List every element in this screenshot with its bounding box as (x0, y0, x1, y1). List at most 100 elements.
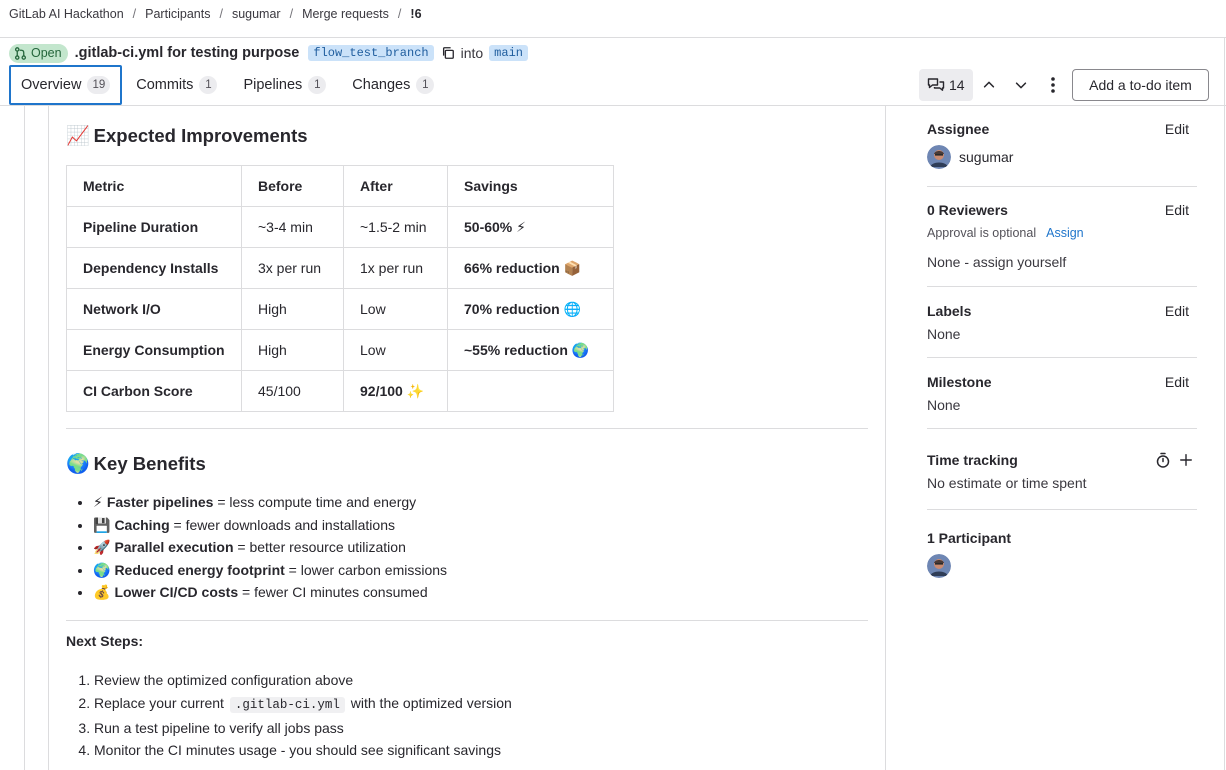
assignee-section: Assignee Edit sugumar (927, 121, 1197, 181)
source-branch[interactable]: flow_test_branch (308, 45, 434, 61)
table-row: Dependency Installs 3x per run 1x per ru… (66, 247, 614, 289)
column-header: After (343, 165, 448, 207)
after-cell: 1x per run (343, 247, 448, 289)
reviewers-value[interactable]: None - assign yourself (927, 254, 1066, 270)
assignee-title: Assignee (927, 121, 990, 137)
benefit-label: Faster pipelines (106, 494, 214, 510)
tab-pipelines[interactable]: Pipelines 1 (231, 65, 338, 104)
assignee-name[interactable]: sugumar (959, 149, 1013, 165)
tab-count: 1 (416, 75, 435, 94)
after-cell: Low (343, 329, 448, 371)
breadcrumb-item-group[interactable]: GitLab AI Hackathon (9, 7, 124, 21)
metric-cell: Dependency Installs (66, 247, 242, 289)
savings-cell: ~55% reduction 🌍 (447, 329, 614, 371)
mr-tabs: Overview 19 Commits 1 Pipelines 1 Changes 1 (9, 65, 448, 105)
time-tracking-value: No estimate or time spent (927, 475, 1087, 491)
assignee-user[interactable]: sugumar (927, 145, 1013, 169)
before-cell: High (241, 329, 344, 371)
breadcrumb-item-participants[interactable]: Participants (145, 7, 210, 21)
after-cell: ~1.5-2 min (343, 206, 448, 248)
target-branch[interactable]: main (489, 45, 528, 61)
list-item: Replace your current .gitlab-ci.yml with… (94, 692, 512, 717)
list-item: Monitor the CI minutes usage - you shoul… (94, 739, 512, 762)
comments-icon (927, 78, 945, 91)
benefit-label: Caching (114, 516, 170, 533)
improvements-heading: 📈 Expected Improvements (66, 124, 308, 148)
floppy-disk-icon: 💾 (93, 516, 111, 533)
benefit-text: = fewer downloads and installations (169, 516, 395, 533)
edit-assignee-button[interactable]: Edit (1165, 121, 1189, 137)
list-item: ⚡Faster pipelines = less compute time an… (93, 491, 447, 514)
table-row: Pipeline Duration ~3-4 min ~1.5-2 min 50… (66, 206, 614, 248)
improvements-title: Expected Improvements (93, 125, 308, 146)
time-tracking-section: Time tracking No estimate or time spent (927, 452, 1197, 497)
list-item: 💰Lower CI/CD costs = fewer CI minutes co… (93, 581, 447, 604)
breadcrumb-item-merge-requests[interactable]: Merge requests (302, 7, 389, 21)
edit-milestone-button[interactable]: Edit (1165, 374, 1189, 390)
next-steps-list: Review the optimized configuration above… (94, 669, 512, 762)
benefits-title: Key Benefits (93, 453, 206, 474)
metric-cell: Network I/O (66, 288, 242, 330)
inline-code: .gitlab-ci.yml (229, 696, 345, 713)
breadcrumb-separator: / (219, 7, 223, 21)
before-cell: ~3-4 min (241, 206, 344, 248)
next-button[interactable] (1005, 69, 1037, 101)
list-item: 🚀Parallel execution = better resource ut… (93, 536, 447, 559)
rocket-icon: 🚀 (93, 539, 111, 555)
tab-label: Overview (21, 77, 82, 93)
globe-icon: 🌍 (93, 561, 111, 578)
breadcrumb-item-current[interactable]: !6 (410, 7, 421, 21)
more-actions-button[interactable] (1037, 69, 1069, 101)
labels-value: None (927, 326, 961, 342)
approval-info: Approval is optional Assign (927, 226, 1084, 240)
list-item: 💾Caching = fewer downloads and installat… (93, 514, 447, 537)
status-label: Open (31, 46, 62, 60)
copy-icon[interactable] (441, 46, 455, 60)
stopwatch-icon[interactable] (1155, 452, 1171, 468)
sidebar-divider (927, 186, 1197, 187)
tab-count: 1 (308, 75, 327, 94)
before-cell: 45/100 (241, 370, 344, 412)
column-header: Savings (447, 165, 614, 207)
breadcrumb-separator: / (132, 7, 137, 21)
assign-link[interactable]: Assign (1046, 226, 1084, 240)
sidebar-divider (927, 286, 1197, 287)
note-border (48, 106, 49, 770)
benefit-text: = lower carbon emissions (284, 561, 448, 578)
page-title: .gitlab-ci.yml for testing purpose (74, 45, 300, 61)
labels-title: Labels (927, 303, 972, 319)
table-header-row: Metric Before After Savings (66, 165, 614, 207)
avatar[interactable] (927, 145, 951, 169)
tab-changes[interactable]: Changes 1 (340, 65, 446, 104)
merge-request-icon (14, 46, 27, 60)
lightning-icon: ⚡ (93, 494, 103, 510)
participants-title: 1 Participant (927, 530, 1012, 546)
milestone-title: Milestone (927, 374, 992, 390)
tab-overview[interactable]: Overview 19 (9, 65, 123, 105)
savings-cell: 66% reduction 📦 (447, 247, 614, 289)
sidebar-divider (885, 106, 886, 770)
metric-cell: Pipeline Duration (66, 206, 242, 248)
benefit-text: = fewer CI minutes consumed (238, 584, 428, 600)
step-text: Review the optimized configuration above (94, 672, 354, 688)
plus-icon[interactable] (1179, 453, 1193, 467)
breadcrumb: GitLab AI Hackathon / Participants / sugum… (9, 7, 422, 21)
page-edge (1224, 38, 1225, 770)
milestone-value: None (927, 397, 961, 413)
comments-button[interactable]: 14 (919, 69, 973, 101)
savings-cell: 70% reduction 🌐 (447, 288, 614, 330)
step-text: Run a test pipeline to verify all jobs p… (94, 719, 344, 736)
benefit-label: Reduced energy footprint (114, 561, 285, 578)
avatar[interactable] (927, 554, 951, 578)
benefit-label: Parallel execution (114, 539, 234, 555)
sidebar-divider (927, 509, 1197, 510)
add-todo-button[interactable]: Add a to-do item (1072, 69, 1209, 101)
edit-reviewers-button[interactable]: Edit (1165, 202, 1189, 218)
after-cell: Low (343, 288, 448, 330)
savings-cell: 50-60% ⚡ (447, 206, 614, 248)
tab-commits[interactable]: Commits 1 (124, 65, 229, 104)
previous-button[interactable] (973, 69, 1005, 101)
tab-count: 19 (87, 76, 111, 94)
edit-labels-button[interactable]: Edit (1165, 303, 1189, 319)
breadcrumb-item-project[interactable]: sugumar (232, 7, 281, 21)
